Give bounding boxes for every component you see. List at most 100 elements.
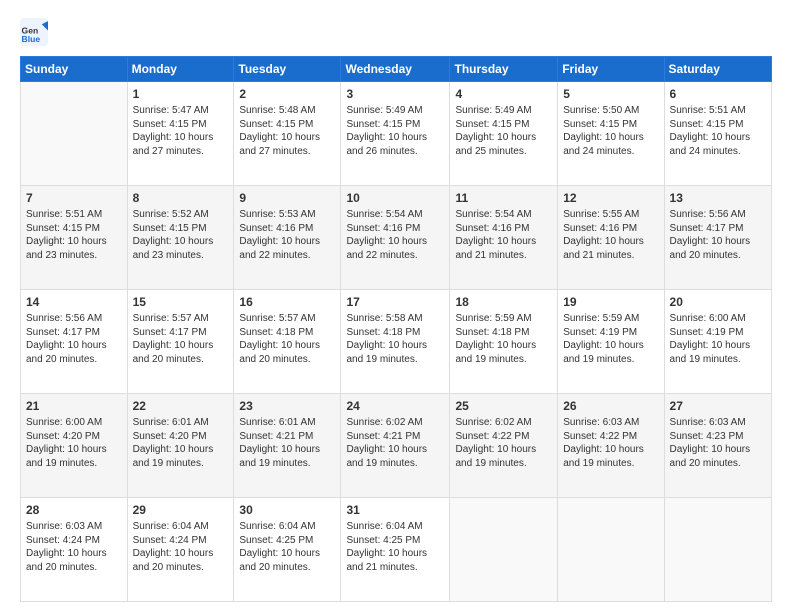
- day-number: 11: [455, 190, 552, 206]
- day-number: 30: [239, 502, 335, 518]
- calendar-cell: [21, 82, 128, 186]
- day-number: 4: [455, 86, 552, 102]
- calendar-cell: 13 Sunrise: 5:56 AM Sunset: 4:17 PM Dayli…: [664, 186, 771, 290]
- day-info: Sunrise: 6:04 AM Sunset: 4:24 PM Dayligh…: [133, 520, 229, 574]
- day-info: Sunrise: 5:51 AM Sunset: 4:15 PM Dayligh…: [670, 104, 766, 158]
- day-number: 17: [346, 294, 444, 310]
- calendar-week-row: 14 Sunrise: 5:56 AM Sunset: 4:17 PM Dayli…: [21, 290, 772, 394]
- weekday-header-thursday: Thursday: [450, 57, 558, 82]
- day-info: Sunrise: 6:03 AM Sunset: 4:24 PM Dayligh…: [26, 520, 122, 574]
- day-number: 27: [670, 398, 766, 414]
- day-number: 15: [133, 294, 229, 310]
- day-info: Sunrise: 5:52 AM Sunset: 4:15 PM Dayligh…: [133, 208, 229, 262]
- header: Gen Blue: [20, 18, 772, 46]
- calendar-cell: 26Sunrise: 6:03 AM Sunset: 4:22 PM Dayli…: [558, 394, 664, 498]
- day-info: Sunrise: 5:56 AM Sunset: 4:17 PM Dayligh…: [670, 208, 766, 262]
- calendar-body: 1Sunrise: 5:47 AM Sunset: 4:15 PM Daylig…: [21, 82, 772, 602]
- day-info: Sunrise: 6:00 AM Sunset: 4:20 PM Dayligh…: [26, 416, 122, 470]
- calendar-cell: 14 Sunrise: 5:56 AM Sunset: 4:17 PM Dayli…: [21, 290, 128, 394]
- calendar-cell: [664, 498, 771, 602]
- day-number: 28: [26, 502, 122, 518]
- calendar-cell: 30Sunrise: 6:04 AM Sunset: 4:25 PM Dayli…: [234, 498, 341, 602]
- day-info: Sunrise: 5:58 AM Sunset: 4:18 PM Dayligh…: [346, 312, 444, 366]
- calendar-cell: 11 Sunrise: 5:54 AM Sunset: 4:16 PM Dayli…: [450, 186, 558, 290]
- day-info: Sunrise: 5:59 AM Sunset: 4:19 PM Dayligh…: [563, 312, 658, 366]
- day-number: 14: [26, 294, 122, 310]
- day-info: Sunrise: 5:57 AM Sunset: 4:18 PM Dayligh…: [239, 312, 335, 366]
- day-number: 16: [239, 294, 335, 310]
- day-number: 9: [239, 190, 335, 206]
- day-info: Sunrise: 6:03 AM Sunset: 4:22 PM Dayligh…: [563, 416, 658, 470]
- calendar-cell: 5 Sunrise: 5:50 AM Sunset: 4:15 PM Daylig…: [558, 82, 664, 186]
- day-info: Sunrise: 6:02 AM Sunset: 4:22 PM Dayligh…: [455, 416, 552, 470]
- day-number: 31: [346, 502, 444, 518]
- day-info: Sunrise: 5:54 AM Sunset: 4:16 PM Dayligh…: [346, 208, 444, 262]
- day-info: Sunrise: 5:54 AM Sunset: 4:16 PM Dayligh…: [455, 208, 552, 262]
- calendar-cell: 27 Sunrise: 6:03 AM Sunset: 4:23 PM Dayli…: [664, 394, 771, 498]
- weekday-header-row: SundayMondayTuesdayWednesdayThursdayFrid…: [21, 57, 772, 82]
- weekday-header-sunday: Sunday: [21, 57, 128, 82]
- calendar-cell: 17 Sunrise: 5:58 AM Sunset: 4:18 PM Dayli…: [341, 290, 450, 394]
- calendar-cell: 23 Sunrise: 6:01 AM Sunset: 4:21 PM Dayli…: [234, 394, 341, 498]
- day-info: Sunrise: 5:50 AM Sunset: 4:15 PM Dayligh…: [563, 104, 658, 158]
- calendar-cell: 2Sunrise: 5:48 AM Sunset: 4:15 PM Daylig…: [234, 82, 341, 186]
- day-number: 10: [346, 190, 444, 206]
- day-number: 13: [670, 190, 766, 206]
- calendar-cell: 4Sunrise: 5:49 AM Sunset: 4:15 PM Daylig…: [450, 82, 558, 186]
- calendar-cell: 10 Sunrise: 5:54 AM Sunset: 4:16 PM Dayli…: [341, 186, 450, 290]
- weekday-header-monday: Monday: [127, 57, 234, 82]
- day-info: Sunrise: 6:01 AM Sunset: 4:20 PM Dayligh…: [133, 416, 229, 470]
- calendar-week-row: 7 Sunrise: 5:51 AM Sunset: 4:15 PM Daylig…: [21, 186, 772, 290]
- day-info: Sunrise: 6:01 AM Sunset: 4:21 PM Dayligh…: [239, 416, 335, 470]
- day-info: Sunrise: 6:03 AM Sunset: 4:23 PM Dayligh…: [670, 416, 766, 470]
- calendar-cell: 16 Sunrise: 5:57 AM Sunset: 4:18 PM Dayli…: [234, 290, 341, 394]
- svg-text:Blue: Blue: [22, 34, 41, 44]
- day-number: 22: [133, 398, 229, 414]
- day-number: 7: [26, 190, 122, 206]
- calendar-table: SundayMondayTuesdayWednesdayThursdayFrid…: [20, 56, 772, 602]
- day-number: 20: [670, 294, 766, 310]
- page: Gen Blue SundayMondayTuesdayWednesdayThu…: [0, 0, 792, 612]
- calendar-cell: 22 Sunrise: 6:01 AM Sunset: 4:20 PM Dayli…: [127, 394, 234, 498]
- day-number: 1: [133, 86, 229, 102]
- calendar-cell: 1Sunrise: 5:47 AM Sunset: 4:15 PM Daylig…: [127, 82, 234, 186]
- day-info: Sunrise: 6:04 AM Sunset: 4:25 PM Dayligh…: [346, 520, 444, 574]
- logo-icon: Gen Blue: [20, 18, 48, 46]
- day-number: 19: [563, 294, 658, 310]
- day-info: Sunrise: 5:57 AM Sunset: 4:17 PM Dayligh…: [133, 312, 229, 366]
- calendar-cell: 15 Sunrise: 5:57 AM Sunset: 4:17 PM Dayli…: [127, 290, 234, 394]
- logo: Gen Blue: [20, 18, 52, 46]
- day-number: 5: [563, 86, 658, 102]
- calendar-cell: 28 Sunrise: 6:03 AM Sunset: 4:24 PM Dayli…: [21, 498, 128, 602]
- day-info: Sunrise: 5:59 AM Sunset: 4:18 PM Dayligh…: [455, 312, 552, 366]
- calendar-cell: 29Sunrise: 6:04 AM Sunset: 4:24 PM Dayli…: [127, 498, 234, 602]
- day-number: 21: [26, 398, 122, 414]
- weekday-header-friday: Friday: [558, 57, 664, 82]
- day-number: 24: [346, 398, 444, 414]
- calendar-cell: 31 Sunrise: 6:04 AM Sunset: 4:25 PM Dayli…: [341, 498, 450, 602]
- day-info: Sunrise: 5:56 AM Sunset: 4:17 PM Dayligh…: [26, 312, 122, 366]
- day-info: Sunrise: 5:51 AM Sunset: 4:15 PM Dayligh…: [26, 208, 122, 262]
- calendar-cell: 24Sunrise: 6:02 AM Sunset: 4:21 PM Dayli…: [341, 394, 450, 498]
- day-number: 25: [455, 398, 552, 414]
- day-number: 8: [133, 190, 229, 206]
- calendar-cell: [450, 498, 558, 602]
- calendar-cell: [558, 498, 664, 602]
- calendar-header: SundayMondayTuesdayWednesdayThursdayFrid…: [21, 57, 772, 82]
- weekday-header-saturday: Saturday: [664, 57, 771, 82]
- calendar-cell: 25 Sunrise: 6:02 AM Sunset: 4:22 PM Dayli…: [450, 394, 558, 498]
- calendar-cell: 20Sunrise: 6:00 AM Sunset: 4:19 PM Dayli…: [664, 290, 771, 394]
- day-number: 23: [239, 398, 335, 414]
- calendar-cell: 21 Sunrise: 6:00 AM Sunset: 4:20 PM Dayli…: [21, 394, 128, 498]
- day-info: Sunrise: 5:48 AM Sunset: 4:15 PM Dayligh…: [239, 104, 335, 158]
- calendar-cell: 6Sunrise: 5:51 AM Sunset: 4:15 PM Daylig…: [664, 82, 771, 186]
- calendar-cell: 19 Sunrise: 5:59 AM Sunset: 4:19 PM Dayli…: [558, 290, 664, 394]
- calendar-week-row: 21 Sunrise: 6:00 AM Sunset: 4:20 PM Dayli…: [21, 394, 772, 498]
- calendar-week-row: 28 Sunrise: 6:03 AM Sunset: 4:24 PM Dayli…: [21, 498, 772, 602]
- calendar-cell: 12Sunrise: 5:55 AM Sunset: 4:16 PM Dayli…: [558, 186, 664, 290]
- calendar-cell: 3Sunrise: 5:49 AM Sunset: 4:15 PM Daylig…: [341, 82, 450, 186]
- day-number: 18: [455, 294, 552, 310]
- weekday-header-tuesday: Tuesday: [234, 57, 341, 82]
- calendar-cell: 9Sunrise: 5:53 AM Sunset: 4:16 PM Daylig…: [234, 186, 341, 290]
- calendar-cell: 7 Sunrise: 5:51 AM Sunset: 4:15 PM Daylig…: [21, 186, 128, 290]
